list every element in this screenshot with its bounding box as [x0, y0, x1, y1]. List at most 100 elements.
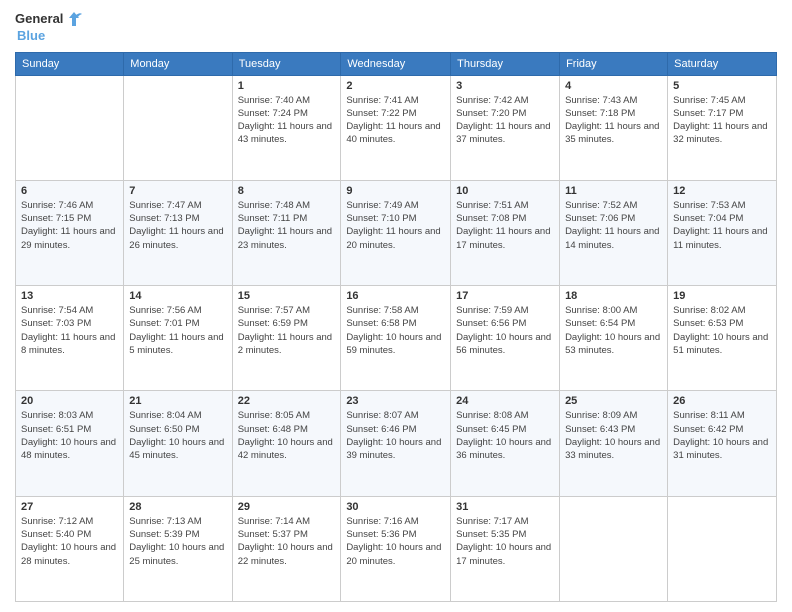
- day-number: 16: [346, 290, 445, 302]
- day-number: 21: [129, 395, 226, 407]
- day-number: 1: [238, 80, 336, 92]
- day-info: Sunrise: 7:12 AMSunset: 5:40 PMDaylight:…: [21, 515, 118, 568]
- day-info: Sunrise: 8:09 AMSunset: 6:43 PMDaylight:…: [565, 409, 662, 462]
- day-info: Sunrise: 7:17 AMSunset: 5:35 PMDaylight:…: [456, 515, 554, 568]
- day-info: Sunrise: 8:04 AMSunset: 6:50 PMDaylight:…: [129, 409, 226, 462]
- calendar-cell: 31 Sunrise: 7:17 AMSunset: 5:35 PMDayligh…: [451, 496, 560, 601]
- calendar-cell: [668, 496, 777, 601]
- calendar-cell: 24 Sunrise: 8:08 AMSunset: 6:45 PMDayligh…: [451, 391, 560, 496]
- day-info: Sunrise: 7:41 AMSunset: 7:22 PMDaylight:…: [346, 94, 445, 147]
- day-info: Sunrise: 7:48 AMSunset: 7:11 PMDaylight:…: [238, 199, 336, 252]
- header: General Blue: [15, 10, 777, 44]
- calendar-cell: [16, 75, 124, 180]
- day-info: Sunrise: 7:45 AMSunset: 7:17 PMDaylight:…: [673, 94, 771, 147]
- calendar-cell: 6 Sunrise: 7:46 AMSunset: 7:15 PMDaylight…: [16, 180, 124, 285]
- day-info: Sunrise: 8:02 AMSunset: 6:53 PMDaylight:…: [673, 304, 771, 357]
- day-info: Sunrise: 8:05 AMSunset: 6:48 PMDaylight:…: [238, 409, 336, 462]
- day-number: 18: [565, 290, 662, 302]
- calendar-cell: 23 Sunrise: 8:07 AMSunset: 6:46 PMDayligh…: [341, 391, 451, 496]
- weekday-header-row: SundayMondayTuesdayWednesdayThursdayFrid…: [16, 52, 777, 75]
- day-info: Sunrise: 7:58 AMSunset: 6:58 PMDaylight:…: [346, 304, 445, 357]
- weekday-header-saturday: Saturday: [668, 52, 777, 75]
- day-number: 14: [129, 290, 226, 302]
- calendar-cell: 29 Sunrise: 7:14 AMSunset: 5:37 PMDayligh…: [232, 496, 341, 601]
- day-info: Sunrise: 7:52 AMSunset: 7:06 PMDaylight:…: [565, 199, 662, 252]
- calendar-cell: 5 Sunrise: 7:45 AMSunset: 7:17 PMDaylight…: [668, 75, 777, 180]
- week-row-5: 27 Sunrise: 7:12 AMSunset: 5:40 PMDayligh…: [16, 496, 777, 601]
- day-info: Sunrise: 8:11 AMSunset: 6:42 PMDaylight:…: [673, 409, 771, 462]
- day-number: 2: [346, 80, 445, 92]
- calendar-cell: [124, 75, 232, 180]
- day-number: 10: [456, 185, 554, 197]
- day-number: 17: [456, 290, 554, 302]
- day-info: Sunrise: 8:03 AMSunset: 6:51 PMDaylight:…: [21, 409, 118, 462]
- calendar-cell: 16 Sunrise: 7:58 AMSunset: 6:58 PMDayligh…: [341, 286, 451, 391]
- day-info: Sunrise: 8:08 AMSunset: 6:45 PMDaylight:…: [456, 409, 554, 462]
- day-number: 20: [21, 395, 118, 407]
- day-info: Sunrise: 7:53 AMSunset: 7:04 PMDaylight:…: [673, 199, 771, 252]
- day-number: 31: [456, 501, 554, 513]
- logo-text-blue: Blue: [17, 28, 45, 44]
- day-number: 28: [129, 501, 226, 513]
- weekday-header-wednesday: Wednesday: [341, 52, 451, 75]
- day-info: Sunrise: 7:42 AMSunset: 7:20 PMDaylight:…: [456, 94, 554, 147]
- day-number: 12: [673, 185, 771, 197]
- calendar-cell: 4 Sunrise: 7:43 AMSunset: 7:18 PMDaylight…: [560, 75, 668, 180]
- week-row-3: 13Sunrise: 7:54 AMSunset: 7:03 PMDayligh…: [16, 286, 777, 391]
- calendar-cell: 8 Sunrise: 7:48 AMSunset: 7:11 PMDaylight…: [232, 180, 341, 285]
- weekday-header-thursday: Thursday: [451, 52, 560, 75]
- day-number: 24: [456, 395, 554, 407]
- day-number: 11: [565, 185, 662, 197]
- calendar-cell: 26Sunrise: 8:11 AMSunset: 6:42 PMDayligh…: [668, 391, 777, 496]
- day-info: Sunrise: 7:54 AMSunset: 7:03 PMDaylight:…: [21, 304, 118, 357]
- weekday-header-monday: Monday: [124, 52, 232, 75]
- calendar-cell: 28Sunrise: 7:13 AMSunset: 5:39 PMDayligh…: [124, 496, 232, 601]
- day-number: 25: [565, 395, 662, 407]
- day-number: 8: [238, 185, 336, 197]
- day-number: 4: [565, 80, 662, 92]
- calendar-cell: 9 Sunrise: 7:49 AMSunset: 7:10 PMDaylight…: [341, 180, 451, 285]
- week-row-2: 6 Sunrise: 7:46 AMSunset: 7:15 PMDaylight…: [16, 180, 777, 285]
- day-info: Sunrise: 8:07 AMSunset: 6:46 PMDaylight:…: [346, 409, 445, 462]
- calendar-cell: 14Sunrise: 7:56 AMSunset: 7:01 PMDayligh…: [124, 286, 232, 391]
- calendar-cell: 17Sunrise: 7:59 AMSunset: 6:56 PMDayligh…: [451, 286, 560, 391]
- day-info: Sunrise: 7:51 AMSunset: 7:08 PMDaylight:…: [456, 199, 554, 252]
- calendar-cell: 13Sunrise: 7:54 AMSunset: 7:03 PMDayligh…: [16, 286, 124, 391]
- calendar-cell: 18Sunrise: 8:00 AMSunset: 6:54 PMDayligh…: [560, 286, 668, 391]
- calendar-cell: [560, 496, 668, 601]
- day-info: Sunrise: 7:16 AMSunset: 5:36 PMDaylight:…: [346, 515, 445, 568]
- calendar-cell: 30Sunrise: 7:16 AMSunset: 5:36 PMDayligh…: [341, 496, 451, 601]
- day-info: Sunrise: 7:43 AMSunset: 7:18 PMDaylight:…: [565, 94, 662, 147]
- calendar-cell: 11 Sunrise: 7:52 AMSunset: 7:06 PMDayligh…: [560, 180, 668, 285]
- day-number: 29: [238, 501, 336, 513]
- calendar-cell: 21 Sunrise: 8:04 AMSunset: 6:50 PMDayligh…: [124, 391, 232, 496]
- day-info: Sunrise: 7:57 AMSunset: 6:59 PMDaylight:…: [238, 304, 336, 357]
- day-info: Sunrise: 7:49 AMSunset: 7:10 PMDaylight:…: [346, 199, 445, 252]
- day-number: 19: [673, 290, 771, 302]
- day-number: 23: [346, 395, 445, 407]
- day-number: 9: [346, 185, 445, 197]
- weekday-header-friday: Friday: [560, 52, 668, 75]
- calendar-cell: 25 Sunrise: 8:09 AMSunset: 6:43 PMDayligh…: [560, 391, 668, 496]
- day-number: 5: [673, 80, 771, 92]
- day-info: Sunrise: 7:47 AMSunset: 7:13 PMDaylight:…: [129, 199, 226, 252]
- calendar-cell: 19 Sunrise: 8:02 AMSunset: 6:53 PMDayligh…: [668, 286, 777, 391]
- day-number: 3: [456, 80, 554, 92]
- calendar-cell: 7 Sunrise: 7:47 AMSunset: 7:13 PMDaylight…: [124, 180, 232, 285]
- calendar-cell: 3 Sunrise: 7:42 AMSunset: 7:20 PMDaylight…: [451, 75, 560, 180]
- calendar-cell: 1 Sunrise: 7:40 AMSunset: 7:24 PMDaylight…: [232, 75, 341, 180]
- day-number: 27: [21, 501, 118, 513]
- day-info: Sunrise: 7:46 AMSunset: 7:15 PMDaylight:…: [21, 199, 118, 252]
- day-info: Sunrise: 7:40 AMSunset: 7:24 PMDaylight:…: [238, 94, 336, 147]
- calendar-page: General Blue SundayMondayTuesdayWednesda…: [0, 0, 792, 612]
- calendar-cell: 12 Sunrise: 7:53 AMSunset: 7:04 PMDayligh…: [668, 180, 777, 285]
- week-row-1: 1 Sunrise: 7:40 AMSunset: 7:24 PMDaylight…: [16, 75, 777, 180]
- calendar-cell: 22Sunrise: 8:05 AMSunset: 6:48 PMDayligh…: [232, 391, 341, 496]
- weekday-header-sunday: Sunday: [16, 52, 124, 75]
- logo-text-general: General: [15, 11, 63, 27]
- calendar-cell: 2 Sunrise: 7:41 AMSunset: 7:22 PMDaylight…: [341, 75, 451, 180]
- day-number: 7: [129, 185, 226, 197]
- logo-bird-icon: [65, 10, 83, 28]
- day-info: Sunrise: 7:14 AMSunset: 5:37 PMDaylight:…: [238, 515, 336, 568]
- day-number: 6: [21, 185, 118, 197]
